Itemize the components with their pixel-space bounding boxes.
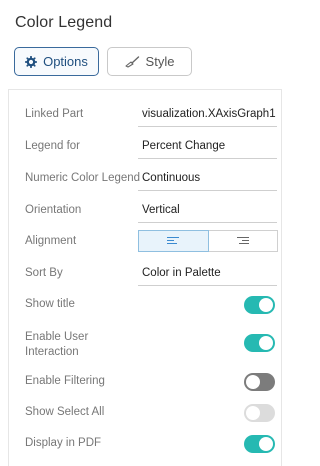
toggle-knob bbox=[259, 437, 273, 451]
numeric-color-legend-underline bbox=[138, 190, 277, 191]
orientation-field[interactable]: Vertical bbox=[142, 204, 180, 216]
tab-bar: Options Style bbox=[14, 47, 192, 76]
tab-options[interactable]: Options bbox=[14, 47, 99, 76]
linked-part-field[interactable]: visualization.XAxisGraph1 bbox=[142, 108, 276, 120]
display-in-pdf-toggle[interactable] bbox=[244, 435, 275, 453]
show-title-label: Show title bbox=[25, 298, 75, 310]
linked-part-underline bbox=[138, 126, 277, 127]
numeric-color-legend-label: Numeric Color Legend bbox=[25, 172, 141, 184]
brush-icon bbox=[124, 55, 140, 68]
align-right-icon bbox=[236, 236, 249, 244]
tab-style-label: Style bbox=[145, 54, 175, 69]
toggle-knob bbox=[259, 298, 273, 312]
panel-border-left bbox=[8, 89, 9, 466]
panel-border-right bbox=[281, 89, 282, 466]
numeric-color-legend-field[interactable]: Continuous bbox=[142, 172, 200, 184]
gear-icon bbox=[25, 55, 38, 68]
show-select-all-toggle[interactable] bbox=[244, 404, 275, 422]
align-right-button[interactable] bbox=[208, 230, 278, 252]
alignment-label: Alignment bbox=[25, 235, 77, 247]
enable-user-interaction-toggle[interactable] bbox=[244, 334, 275, 352]
toggle-knob bbox=[246, 406, 260, 420]
enable-user-interaction-label-line2: Interaction bbox=[25, 346, 79, 358]
align-left-button[interactable] bbox=[138, 230, 209, 252]
toggle-knob bbox=[259, 336, 273, 350]
orientation-underline bbox=[138, 222, 277, 223]
enable-user-interaction-label-line1: Enable User bbox=[25, 331, 89, 343]
enable-filtering-toggle[interactable] bbox=[244, 373, 275, 391]
sort-by-label: Sort By bbox=[25, 267, 63, 279]
show-select-all-label: Show Select All bbox=[25, 406, 105, 418]
panel-border-top bbox=[8, 89, 282, 90]
align-left-icon bbox=[167, 236, 180, 244]
show-title-toggle[interactable] bbox=[244, 296, 275, 314]
sort-by-field[interactable]: Color in Palette bbox=[142, 267, 221, 279]
sort-by-underline bbox=[138, 285, 277, 286]
alignment-button-group bbox=[138, 230, 278, 252]
toggle-knob bbox=[246, 375, 260, 389]
legend-for-field[interactable]: Percent Change bbox=[142, 140, 225, 152]
linked-part-label: Linked Part bbox=[25, 108, 84, 120]
legend-for-label: Legend for bbox=[25, 140, 80, 152]
enable-filtering-label: Enable Filtering bbox=[25, 375, 105, 387]
orientation-label: Orientation bbox=[25, 204, 82, 216]
legend-for-underline bbox=[138, 158, 277, 159]
tab-options-label: Options bbox=[43, 54, 88, 69]
display-in-pdf-label: Display in PDF bbox=[25, 437, 102, 449]
tab-style[interactable]: Style bbox=[107, 47, 192, 76]
panel-title: Color Legend bbox=[15, 14, 113, 31]
